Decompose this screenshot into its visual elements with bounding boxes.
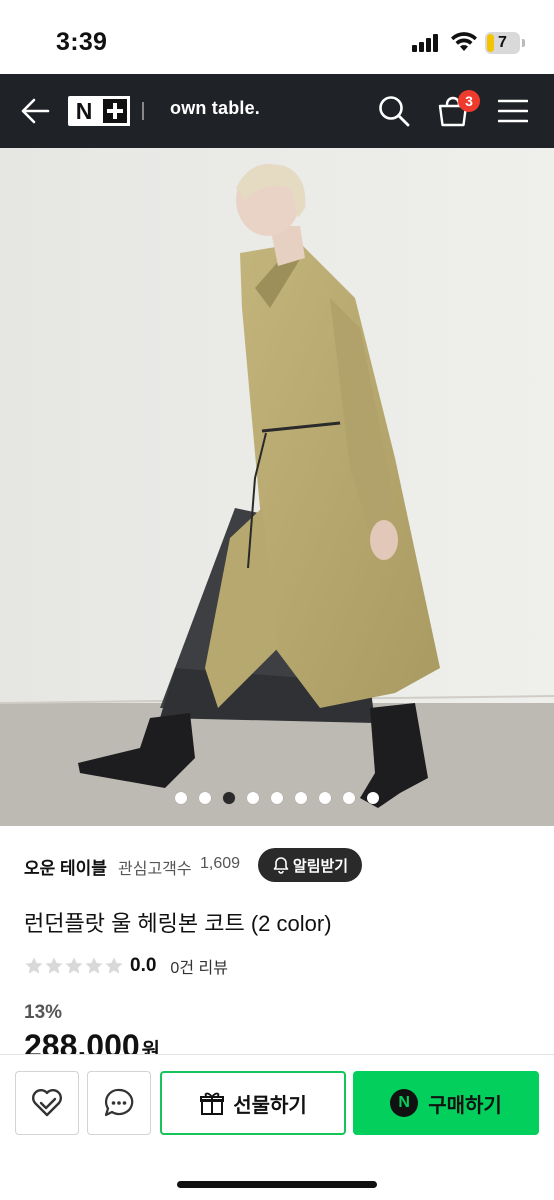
star-rating [24,956,124,976]
followers-label: 관심고객수 [118,861,192,878]
header-divider [142,102,144,120]
naver-pay-icon: N [390,1089,419,1117]
bottom-action-bar: 선물하기 N 구매하기 [0,1054,554,1200]
carousel-dot[interactable] [271,792,283,804]
buy-button[interactable]: N 구매하기 [353,1071,539,1135]
star-icon [105,957,123,974]
carousel-dot[interactable] [319,792,331,804]
discount-rate: 13% [24,1002,63,1023]
alert-button-label: 알림받기 [292,857,349,875]
store-name[interactable]: 오운 테이블 [24,854,107,879]
star-icon [65,957,83,974]
product-photo-illustration [0,148,554,826]
naver-plus-logo[interactable]: N [68,96,130,126]
search-icon[interactable] [377,94,411,128]
carousel-dot[interactable] [295,792,307,804]
carousel-dot[interactable] [367,792,379,804]
buy-button-label: 구매하기 [428,1094,502,1117]
heart-check-icon [32,1089,62,1117]
menu-icon[interactable] [498,98,528,124]
followers-count: 1,609 [200,855,241,872]
rating-row[interactable]: 0.0 0건 리뷰 [24,954,228,978]
status-time: 3:39 [56,28,108,56]
gift-icon [200,1092,225,1115]
app-header: N own table. 3 [0,74,554,148]
wishlist-button[interactable] [15,1071,79,1135]
logo-letter: N [75,98,93,124]
notification-subscribe-button[interactable]: 알림받기 [258,848,362,882]
carousel-indicator[interactable] [0,792,554,806]
cart-count-badge: 3 [458,90,480,112]
carousel-dot[interactable] [247,792,259,804]
store-brand-name[interactable]: own table. [170,98,260,119]
gift-button[interactable]: 선물하기 [160,1071,346,1135]
product-image[interactable] [0,148,554,826]
carousel-dot[interactable] [343,792,355,804]
bell-plus-icon [273,857,289,874]
back-arrow-icon[interactable] [18,96,52,126]
star-icon [85,957,103,974]
carousel-dot[interactable] [175,792,187,804]
status-bar: 3:39 7 [0,0,554,74]
battery-icon: 7 [485,32,525,54]
battery-level: 7 [498,34,507,51]
home-indicator[interactable] [177,1181,377,1188]
talk-talk-button[interactable] [87,1071,151,1135]
rating-value: 0.0 [130,955,157,976]
cellular-signal-icon [412,34,442,52]
wifi-icon [451,32,477,51]
gift-button-label: 선물하기 [233,1094,307,1117]
plus-icon [100,96,130,126]
store-row: 오운 테이블 관심고객수 1,609 알림받기 [24,848,534,884]
star-icon [25,957,43,974]
carousel-dot[interactable] [199,792,211,804]
product-title: 런던플랏 울 헤링본 코트 (2 color) [24,911,332,936]
review-count-link[interactable]: 0건 리뷰 [170,954,228,978]
carousel-dot-active[interactable] [223,792,235,804]
star-icon [45,957,63,974]
chat-bubble-icon [104,1088,134,1117]
